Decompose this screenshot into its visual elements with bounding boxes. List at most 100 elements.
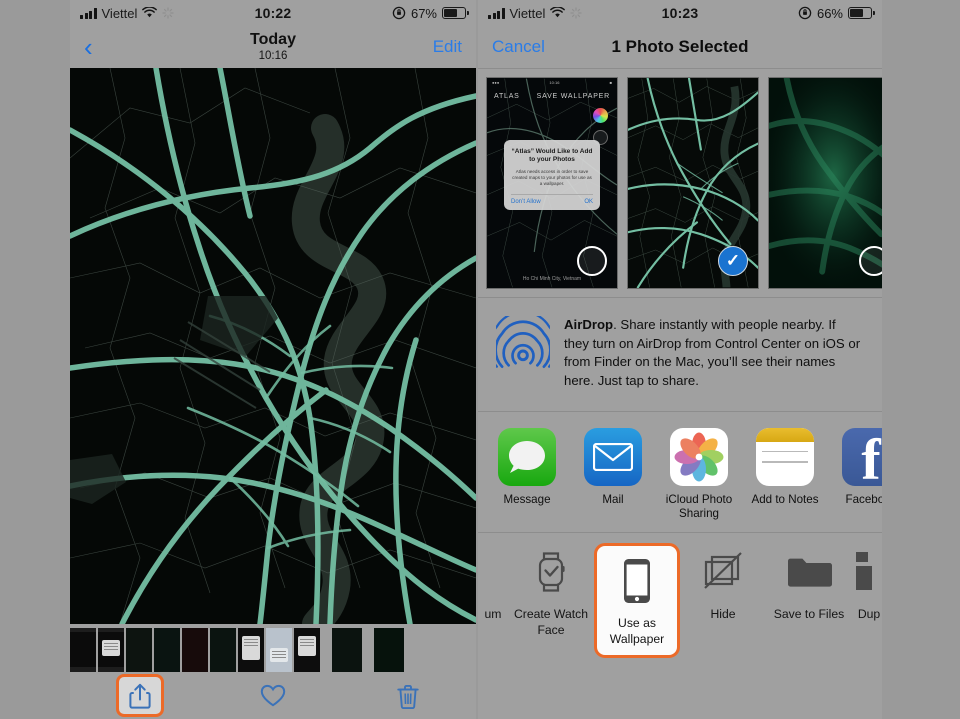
app-label: Facebook — [845, 492, 882, 506]
share-app-mail[interactable]: Mail — [576, 427, 650, 522]
thumb-status-left: ●●● — [492, 80, 500, 85]
page-title: Today — [250, 30, 296, 48]
action-duplicate[interactable]: Dup — [852, 543, 882, 623]
filmstrip-thumb[interactable] — [210, 628, 236, 672]
airdrop-icon — [496, 316, 550, 368]
action-label: Create Watch Face — [513, 606, 589, 637]
duplicate-shape — [856, 551, 872, 590]
album-icon — [478, 543, 508, 601]
filmstrip-thumb[interactable] — [266, 628, 292, 672]
right-status-bar: Viettel 10:23 66% — [478, 0, 882, 26]
airdrop-section: AirDrop. Share instantly with people nea… — [478, 297, 882, 411]
action-create-watch-face[interactable]: Create Watch Face — [508, 543, 594, 638]
hide-shape — [704, 552, 742, 589]
notes-header-strip — [756, 427, 814, 442]
photo-thumbnail-row[interactable]: ●●● 10:16 ■ ATLAS SAVE WALLPAPER “Atlas”… — [478, 69, 882, 297]
share-actions-section: um Create Watch Face Use as Wallpaper Hi… — [478, 531, 882, 670]
selected-photos-section: ●●● 10:16 ■ ATLAS SAVE WALLPAPER “Atlas”… — [478, 68, 882, 297]
alert-buttons: Don’t Allow OK — [511, 194, 593, 205]
filmstrip-thumb[interactable] — [126, 628, 152, 672]
alert-title: “Atlas” Would Like to Add to your Photos — [511, 148, 593, 164]
alert-ok-button: OK — [584, 199, 593, 206]
thumb-status-right: ■ — [609, 80, 612, 85]
notes-icon — [756, 427, 814, 486]
battery-percent-label: 67% — [410, 5, 437, 21]
share-button[interactable] — [115, 674, 164, 717]
share-sheet-panel: Viettel 10:23 66% Cancel 1 Photo Selecte… — [478, 0, 882, 719]
thumb-status-bar: ●●● 10:16 ■ — [487, 78, 617, 87]
photo-filmstrip[interactable] — [70, 628, 476, 672]
action-label: Dup — [857, 606, 881, 621]
page-subtitle: 10:16 — [258, 50, 288, 63]
thumb-selected-checkmark[interactable]: ✓ — [718, 246, 748, 276]
map-wallpaper-image — [70, 68, 476, 624]
notes-line — [762, 461, 808, 463]
share-slot — [70, 674, 205, 717]
thumbnail-green-glow[interactable] — [768, 77, 882, 289]
action-use-as-wallpaper[interactable]: Use as Wallpaper — [594, 542, 680, 659]
iphone-icon — [608, 552, 666, 610]
share-apps-row[interactable]: Message Mail iCloud Photo Sharing Add to… — [478, 412, 882, 532]
folder-shape — [788, 558, 832, 587]
watch-icon — [522, 543, 580, 601]
filmstrip-thumb[interactable] — [182, 628, 208, 672]
photo-viewer[interactable] — [70, 68, 476, 624]
share-app-add-to-notes[interactable]: Add to Notes — [748, 427, 822, 522]
atlas-location-label: Ho Chi Minh City, Vietnam — [522, 276, 582, 282]
status-right-group: 66% — [798, 5, 875, 21]
share-actions-row[interactable]: um Create Watch Face Use as Wallpaper Hi… — [478, 533, 882, 670]
filmstrip-thumb[interactable] — [238, 628, 264, 672]
action-label: Use as Wallpaper — [609, 615, 665, 646]
thumbnail-atlas-permission[interactable]: ●●● 10:16 ■ ATLAS SAVE WALLPAPER “Atlas”… — [486, 77, 618, 289]
photo-toolbar — [70, 672, 476, 719]
status-right-group: 67% — [392, 5, 469, 21]
mail-icon — [584, 427, 642, 486]
heart-icon[interactable] — [260, 684, 286, 708]
trash-icon[interactable] — [397, 683, 419, 709]
left-status-bar: Viettel 10:22 67% — [70, 0, 476, 26]
app-label: Add to Notes — [751, 492, 819, 506]
edit-button[interactable]: Edit — [433, 37, 462, 57]
thumb-select-circle[interactable] — [577, 246, 607, 276]
share-icon — [129, 683, 151, 709]
alert-body: Atlas needs access in order to save crea… — [512, 168, 592, 187]
airdrop-title: AirDrop — [564, 317, 614, 332]
share-app-message[interactable]: Message — [490, 427, 564, 522]
rotation-lock-icon — [392, 6, 406, 20]
message-icon — [498, 427, 556, 486]
screenshot-stage: Viettel 10:22 67% ‹ Today 10:16 Edit Vie… — [0, 0, 960, 719]
filmstrip-thumb[interactable] — [332, 628, 362, 672]
action-hide[interactable]: Hide — [680, 543, 766, 623]
filmstrip-thumb[interactable] — [70, 628, 96, 672]
speech-bubble-shape — [509, 440, 545, 473]
filmstrip-thumb[interactable] — [374, 628, 404, 672]
action-save-to-album[interactable]: um — [478, 543, 508, 623]
action-save-to-files[interactable]: Save to Files — [766, 543, 852, 623]
cancel-button[interactable]: Cancel — [492, 37, 545, 57]
photos-flower-shape — [674, 432, 724, 482]
app-label: iCloud Photo Sharing — [665, 492, 733, 521]
atlas-save-wallpaper-label: SAVE WALLPAPER — [536, 92, 610, 100]
battery-percent-label: 66% — [816, 5, 843, 21]
thumb-select-circle[interactable] — [859, 246, 882, 276]
alert-dont-allow-button: Don’t Allow — [511, 199, 541, 206]
filmstrip-thumb[interactable] — [154, 628, 180, 672]
atlas-app-title: ATLAS — [494, 92, 520, 100]
photos-app-panel: Viettel 10:22 67% ‹ Today 10:16 Edit — [70, 0, 476, 719]
favorite-slot — [205, 684, 340, 708]
thumb-app-header: ATLAS SAVE WALLPAPER — [487, 90, 617, 102]
airdrop-row[interactable]: AirDrop. Share instantly with people nea… — [478, 298, 882, 411]
share-sheet-nav: Cancel 1 Photo Selected — [478, 26, 882, 68]
share-app-icloud-photo-sharing[interactable]: iCloud Photo Sharing — [662, 427, 736, 522]
share-app-facebook[interactable]: f Facebook — [834, 427, 882, 522]
permission-alert-dialog: “Atlas” Would Like to Add to your Photos… — [504, 140, 600, 211]
app-label: Mail — [602, 492, 624, 506]
nav-title-group: Today 10:16 — [70, 30, 476, 63]
thumb-status-time: 10:16 — [549, 80, 560, 85]
filmstrip-thumb[interactable] — [294, 628, 320, 672]
notes-line — [762, 450, 808, 453]
rotation-lock-icon — [798, 6, 812, 20]
iphone-shape — [624, 558, 650, 603]
thumbnail-city-map[interactable]: ✓ — [627, 77, 759, 289]
filmstrip-thumb[interactable] — [98, 628, 124, 672]
